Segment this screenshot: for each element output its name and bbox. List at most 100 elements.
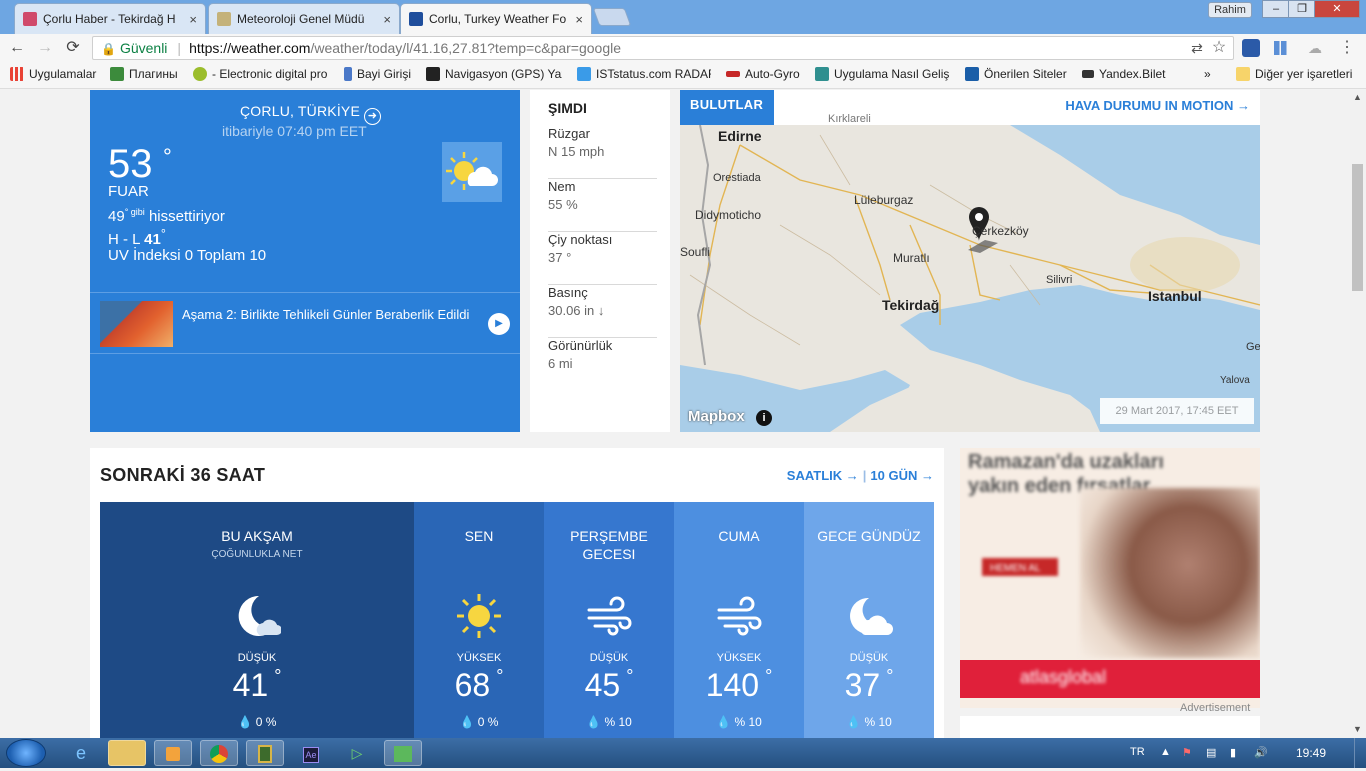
back-button[interactable]: ← [6,37,28,59]
advertisement-label: Advertisement [1180,702,1251,714]
scrollbar-thumb[interactable] [1352,164,1363,291]
bookmark-plugins[interactable]: Плагины [110,67,186,81]
location-link[interactable]: ÇORLU, TÜRKİYE ➜ [240,103,382,125]
other-bookmarks-folder[interactable]: Diğer yer işaretleri [1236,67,1356,81]
period-name: CUMA [718,528,760,544]
temp-degree: ° [626,666,634,686]
start-button[interactable] [6,739,46,767]
translate-icon[interactable]: ⇄ [1188,39,1206,57]
precip-chance: 💧 % 10 [804,715,934,729]
scroll-down-arrow-icon[interactable]: ▼ [1353,724,1362,734]
period-phrase: ÇOĞUNLUKLA NET [211,549,303,560]
tab-weather-com[interactable]: Corlu, Turkey Weather Fo × [400,3,592,34]
info-icon[interactable]: i [756,410,772,426]
show-desktop-button[interactable] [1354,738,1366,768]
forward-button[interactable]: → [34,37,56,59]
forecast-period-thursday-night[interactable]: PERŞEMBE GECESI DÜŞÜK 45 ° 💧 % 10 [544,502,674,738]
close-tab-icon[interactable]: × [189,12,197,27]
precip-chance: 💧 0 % [414,715,544,729]
input-language[interactable]: TR [1130,746,1145,758]
menu-icon[interactable]: ⋮ [1338,39,1356,57]
bookmark-navigasyon[interactable]: Navigasyon (GPS) Yaz [426,67,562,81]
bookmark-uygulama-nasil[interactable]: Uygulama Nasıl Geliş [815,67,951,81]
bookmark-bayi-girisi[interactable]: Bayi Girişi [344,67,416,81]
weather-map[interactable]: BULUTLAR HAVA DURUMU IN MOTION → Kırklar… [680,90,1260,432]
forecast-period-tonight[interactable]: BU AKŞAM ÇOĞUNLUKLA NET DÜŞÜK 41 ° 💧 0 % [100,502,414,738]
bookmarks-overflow-button[interactable]: » [1204,67,1211,81]
bookmark-onerilen-siteler[interactable]: Önerilen Siteler [965,67,1073,81]
forecast-period-night-day[interactable]: GECE GÜNDÜZ DÜŞÜK 37 ° 💧 % 10 [804,502,934,738]
profile-button[interactable]: Rahim [1208,2,1252,18]
forecast-panels: BU AKŞAM ÇOĞUNLUKLA NET DÜŞÜK 41 ° 💧 0 % … [100,502,934,738]
bookmark-star-icon[interactable]: ☆ [1210,39,1228,57]
temp-degree: ° [496,666,504,686]
news-item[interactable]: Aşama 2: Birlikte Tehlikeli Günler Berab… [90,292,520,354]
pressure-label: Basınç [548,285,588,300]
temp-value: 37 [844,667,881,703]
maximize-button[interactable]: ❐ [1288,0,1316,18]
reload-button[interactable]: ⟳ [62,37,84,59]
bookmark-electronic-digital[interactable]: - Electronic digital pro [193,67,329,81]
ad-brand-logo: atlasglobal [1020,667,1107,687]
forecast-links: SAATLIK → | 10 GÜN → [787,468,934,483]
clouds-tab[interactable]: BULUTLAR [680,90,774,125]
page-scrollbar[interactable]: ▲ ▼ [1350,90,1366,738]
forecast-period-friday[interactable]: CUMA YÜKSEK 140 ° 💧 % 10 [674,502,804,738]
after-effects-icon[interactable]: Ae [292,740,330,766]
bookmark-label: Önerilen Siteler [984,67,1067,81]
bookmark-yandex-bilet[interactable]: Yandex.Bilet [1082,67,1172,81]
map-label: Istanbul [1148,288,1202,304]
dew-point-row: Çiy noktası 37 ° [548,232,657,285]
close-tab-icon[interactable]: × [575,12,583,27]
internet-explorer-icon[interactable]: e [62,740,100,766]
editor-app-icon[interactable] [384,740,422,766]
precip-value: % 10 [864,715,892,729]
mapbox-logo[interactable]: Mapbox [688,408,745,425]
chrome-icon[interactable] [200,740,238,766]
play-icon[interactable]: ▶ [488,313,510,335]
extension-icon[interactable] [1242,39,1260,57]
next-36-hours-card: SONRAKİ 36 SAAT SAATLIK → | 10 GÜN → BU AK… [90,448,944,738]
forecast-period-today[interactable]: SEN YÜKSEK 68 ° 💧 0 % [414,502,544,738]
tab-meteoroloji[interactable]: Meteoroloji Genel Müdü × [208,3,400,34]
bookmark-auto-gyro[interactable]: Auto-Gyro [726,67,806,81]
raindrop-icon: 💧 [459,715,475,729]
address-bar[interactable]: 🔒 Güvenli | https://weather.com/weather/tod… [92,36,1234,60]
ad-brand-bar: atlasglobal [960,660,1260,698]
high-low: H - L 41° [108,227,166,248]
stats-extension-icon[interactable] [1274,41,1292,55]
action-center-icon[interactable]: ⚑ [1182,746,1192,759]
device-icon[interactable]: ▤ [1206,746,1216,759]
navigation-icon [426,67,440,81]
period-name: PERŞEMBE GECESI [570,528,648,562]
volume-icon[interactable]: 🔊 [1254,746,1268,759]
hourly-link[interactable]: SAATLIK → [787,468,859,483]
bookmark-iststatus[interactable]: ISTstatus.com RADAR [577,67,711,81]
file-explorer-icon[interactable] [108,740,146,766]
close-window-button[interactable]: ✕ [1314,0,1360,18]
ad-cta-button[interactable]: HEMEN AL [982,558,1058,576]
media-app-icon[interactable]: ▷ [338,740,376,766]
scroll-up-arrow-icon[interactable]: ▲ [1353,92,1362,102]
media-player-icon[interactable] [154,740,192,766]
sync-extension-icon[interactable]: ☁ [1306,39,1324,57]
new-tab-button[interactable] [592,8,632,26]
temp-level: YÜKSEK [456,652,502,664]
map-label: Soufli [680,245,711,259]
ten-day-link[interactable]: 10 GÜN → [870,468,934,483]
advertisement[interactable]: Ramazan'da uzakları yakın eden fırsatlar… [960,448,1260,708]
high-low-degree: ° [160,227,166,241]
system-clock[interactable]: 19:49 [1296,746,1326,760]
wind-label: Rüzgar [548,126,590,141]
network-icon[interactable]: ▮ [1230,746,1236,759]
weather-in-motion-link[interactable]: HAVA DURUMU IN MOTION → [1065,98,1250,113]
bookmark-label: Bayi Girişi [357,67,412,81]
tab-corlu-haber[interactable]: Çorlu Haber - Tekirdağ H × [14,3,206,34]
show-hidden-icons-icon[interactable]: ▲ [1160,746,1171,758]
close-tab-icon[interactable]: × [383,12,391,27]
feels-like: 49° gibi hissettiriyor [108,207,225,225]
minimize-button[interactable]: – [1262,0,1290,18]
film-app-icon[interactable] [246,740,284,766]
ad-photo [1080,488,1260,658]
bookmark-apps[interactable]: Uygulamalar [10,67,100,81]
